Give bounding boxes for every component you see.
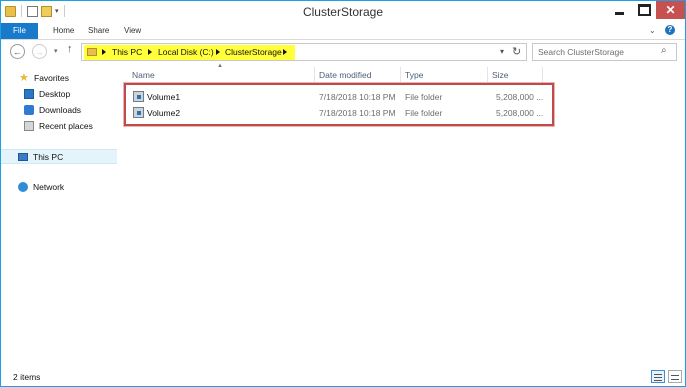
breadcrumb-chevron-icon[interactable] bbox=[216, 49, 220, 55]
breadcrumb-chevron-icon[interactable] bbox=[102, 49, 106, 55]
file-type: File folder bbox=[405, 92, 443, 102]
navigation-pane: ★ Favorites Desktop Downloads Recent pla… bbox=[1, 65, 117, 368]
minimize-icon bbox=[615, 11, 624, 15]
nav-item-downloads[interactable]: Downloads bbox=[24, 103, 81, 117]
file-row-volume2[interactable]: Volume2 7/18/2018 10:18 PM File folder 5… bbox=[126, 105, 551, 121]
desktop-icon bbox=[24, 89, 34, 99]
network-icon bbox=[18, 182, 28, 192]
nav-item-recent-places[interactable]: Recent places bbox=[24, 119, 93, 133]
forward-arrow-icon: → bbox=[35, 46, 44, 57]
nav-item-label: Network bbox=[33, 182, 65, 192]
tab-file[interactable]: File bbox=[1, 23, 38, 39]
details-view-icon bbox=[654, 377, 662, 378]
nav-item-label: Desktop bbox=[39, 89, 71, 99]
breadcrumb-local-disk[interactable]: Local Disk (C:) bbox=[158, 47, 214, 57]
nav-item-label: This PC bbox=[33, 152, 64, 162]
expand-ribbon-icon[interactable]: ⌄ bbox=[649, 26, 656, 35]
address-bar[interactable]: This PC Local Disk (C:) ClusterStorage ▾… bbox=[81, 43, 527, 61]
column-header-date[interactable]: Date modified bbox=[319, 67, 371, 83]
close-button[interactable]: ✕ bbox=[656, 1, 685, 19]
search-placeholder: Search ClusterStorage bbox=[538, 47, 624, 57]
search-icon[interactable]: ⌕ bbox=[661, 45, 667, 56]
close-icon: ✕ bbox=[665, 3, 676, 17]
nav-item-this-pc[interactable]: This PC bbox=[18, 150, 63, 164]
maximize-icon bbox=[637, 4, 651, 16]
nav-item-desktop[interactable]: Desktop bbox=[24, 87, 70, 101]
star-icon: ★ bbox=[19, 72, 29, 84]
file-size: 5,208,000 ... bbox=[496, 92, 544, 102]
nav-item-label: Downloads bbox=[39, 105, 82, 115]
mount-folder-icon bbox=[133, 91, 144, 102]
file-date: 7/18/2018 10:18 PM bbox=[319, 108, 396, 118]
ribbon-tabs: File Home Share View ⌄ ? bbox=[1, 23, 685, 40]
breadcrumb-clusterstorage[interactable]: ClusterStorage bbox=[225, 47, 282, 57]
nav-item-label: Recent places bbox=[39, 121, 93, 131]
computer-icon bbox=[18, 153, 28, 161]
title-bar: ▾ ClusterStorage ✕ bbox=[1, 1, 685, 23]
details-view-button[interactable] bbox=[651, 370, 665, 383]
back-button[interactable]: ← bbox=[10, 44, 25, 59]
file-date: 7/18/2018 10:18 PM bbox=[319, 92, 396, 102]
recent-places-icon bbox=[24, 121, 34, 131]
status-bar: 2 items bbox=[1, 368, 685, 386]
nav-item-network[interactable]: Network bbox=[18, 180, 64, 194]
large-icons-view-icon bbox=[671, 379, 679, 380]
column-divider[interactable] bbox=[542, 67, 543, 83]
details-view-icon bbox=[654, 374, 662, 375]
recent-locations-dropdown[interactable]: ▾ bbox=[54, 47, 58, 55]
details-view-icon bbox=[654, 380, 662, 381]
column-header-size[interactable]: Size bbox=[492, 67, 509, 83]
column-divider[interactable] bbox=[487, 67, 488, 83]
large-icons-view-icon bbox=[671, 375, 679, 376]
back-arrow-icon: ← bbox=[13, 46, 22, 57]
file-name: Volume2 bbox=[147, 108, 181, 118]
window-title: ClusterStorage bbox=[302, 5, 384, 19]
explorer-window: ▾ ClusterStorage ✕ File Home Share View … bbox=[0, 0, 686, 387]
file-size: 5,208,000 ... bbox=[496, 108, 544, 118]
large-icons-view-button[interactable] bbox=[668, 370, 682, 383]
nav-item-label: Favorites bbox=[34, 73, 69, 83]
tab-share[interactable]: Share bbox=[88, 23, 109, 39]
forward-button[interactable]: → bbox=[32, 44, 47, 59]
navigation-bar: ← → ▾ ↑ This PC Local Disk (C:) ClusterS… bbox=[1, 40, 685, 65]
help-icon[interactable]: ? bbox=[665, 25, 675, 35]
column-divider[interactable] bbox=[400, 67, 401, 83]
sort-arrow-icon: ▲ bbox=[217, 63, 223, 69]
file-row-volume1[interactable]: Volume1 7/18/2018 10:18 PM File folder 5… bbox=[126, 89, 551, 105]
folder-icon bbox=[87, 48, 97, 56]
address-dropdown-icon[interactable]: ▾ bbox=[500, 47, 504, 56]
downloads-icon bbox=[24, 105, 34, 115]
item-count: 2 items bbox=[13, 372, 41, 382]
column-divider[interactable] bbox=[314, 67, 315, 83]
breadcrumb-chevron-icon[interactable] bbox=[283, 49, 287, 55]
column-header-type[interactable]: Type bbox=[405, 67, 423, 83]
breadcrumb-chevron-icon[interactable] bbox=[148, 49, 152, 55]
file-name: Volume1 bbox=[147, 92, 181, 102]
refresh-icon[interactable]: ↻ bbox=[512, 45, 521, 58]
mount-folder-icon bbox=[133, 107, 144, 118]
file-type: File folder bbox=[405, 108, 443, 118]
minimize-button[interactable] bbox=[607, 1, 632, 19]
nav-item-favorites[interactable]: ★ Favorites bbox=[19, 71, 69, 85]
tab-home[interactable]: Home bbox=[53, 23, 74, 39]
breadcrumb-this-pc[interactable]: This PC bbox=[112, 47, 142, 57]
up-button[interactable]: ↑ bbox=[67, 43, 73, 55]
tab-view[interactable]: View bbox=[124, 23, 141, 39]
maximize-button[interactable] bbox=[632, 1, 656, 19]
search-input[interactable]: Search ClusterStorage ⌕ bbox=[532, 43, 677, 61]
column-header-name[interactable]: Name bbox=[132, 67, 155, 83]
